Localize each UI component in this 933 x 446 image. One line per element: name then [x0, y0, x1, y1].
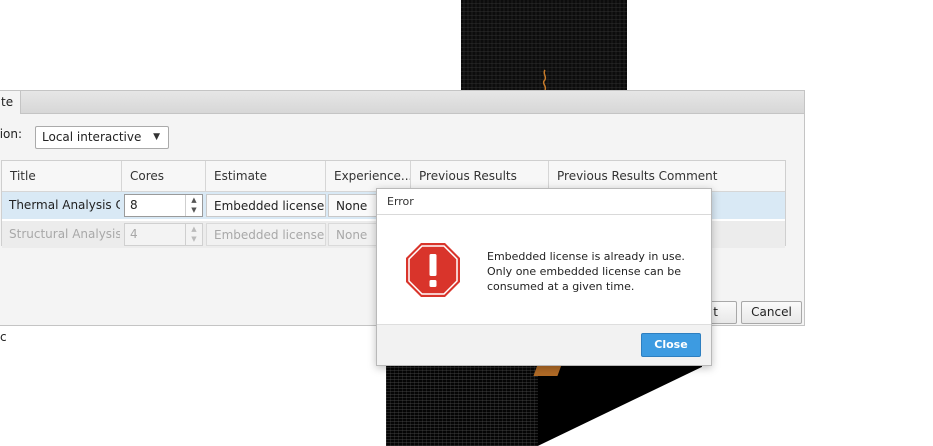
error-message-line: consumed at a given time. [487, 280, 635, 293]
error-dialog: Error Embedded license is already in use… [376, 188, 712, 366]
cores-stepper: 4 ▲ ▼ [124, 223, 203, 246]
configuration-select[interactable]: Local interactive ▼ [35, 126, 169, 149]
model-mesh-face [386, 365, 538, 446]
error-message: Embedded license is already in use. Only… [487, 249, 685, 294]
column-header-estimate[interactable]: Estimate [206, 161, 326, 191]
error-dialog-title: Error [377, 189, 711, 215]
error-message-line: Embedded license is already in use. [487, 250, 685, 263]
column-header-previous-results[interactable]: Previous Results [411, 161, 549, 191]
tab-active[interactable]: te [0, 91, 21, 114]
column-header-cores[interactable]: Cores [122, 161, 206, 191]
cancel-button[interactable]: Cancel [741, 301, 802, 324]
configuration-label: tion: [0, 127, 23, 141]
configuration-value: Local interactive [42, 130, 142, 144]
error-dialog-footer: Close [377, 324, 711, 365]
column-header-experience[interactable]: Experience... [326, 161, 411, 191]
error-message-line: Only one embedded license can be [487, 265, 682, 278]
column-header-previous-results-comment[interactable]: Previous Results Comment [549, 161, 785, 191]
row-estimate: Embedded license w... [206, 194, 326, 217]
cores-value: 8 [130, 198, 138, 212]
column-header-title[interactable]: Title [2, 161, 122, 191]
cores-stepper[interactable]: 8 ▲ ▼ [124, 194, 203, 217]
close-button[interactable]: Close [641, 333, 701, 357]
dialog-tab-bar: te [0, 91, 804, 114]
chevron-down-icon: ▼ [153, 132, 160, 142]
model-marker-icon [542, 69, 547, 91]
error-stop-icon [406, 243, 460, 297]
cores-value: 4 [130, 227, 138, 241]
stepper-arrows-icon: ▲ ▼ [185, 224, 202, 245]
row-estimate: Embedded license w... [206, 223, 326, 246]
row-title: Thermal Analysis C... [9, 198, 120, 212]
background-text: c [0, 330, 7, 344]
row-title: Structural Analysis ... [9, 227, 120, 241]
stepper-arrows-icon[interactable]: ▲ ▼ [185, 195, 202, 216]
